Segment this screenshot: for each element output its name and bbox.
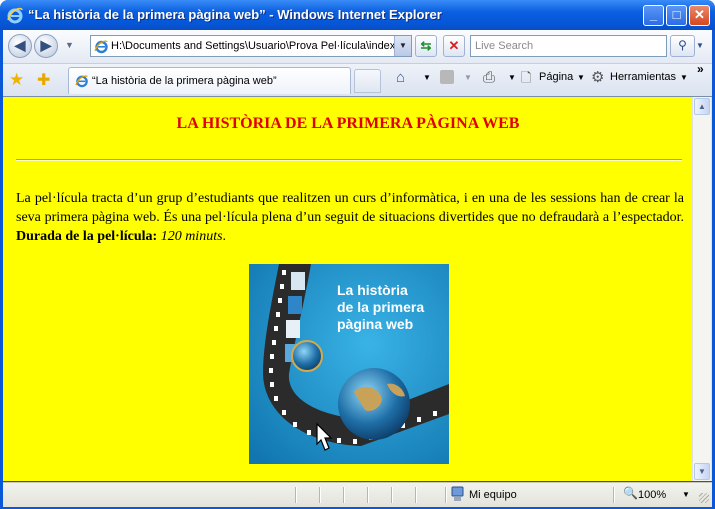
page-ie-icon (94, 40, 108, 54)
arrow-left-icon: ◀ (14, 37, 26, 53)
address-text: H:\Documents and Settings\Usuario\Prova … (111, 40, 396, 52)
status-separator (613, 487, 615, 503)
forward-button[interactable]: ▶ (34, 34, 58, 58)
arrow-right-icon: ▶ (40, 37, 52, 53)
scroll-down-button[interactable]: ▼ (694, 463, 710, 480)
tab-ie-icon (75, 75, 88, 88)
tab-label: “La història de la primera pàgina web” (92, 75, 277, 87)
status-separator (367, 487, 369, 503)
zoom-level[interactable]: 100% (638, 489, 666, 501)
close-button[interactable]: ✕ (689, 5, 710, 26)
status-separator (319, 487, 321, 503)
page-menu-icon[interactable]: 🗋 (521, 69, 531, 91)
page-content: LA HISTÒRIA DE LA PRIMERA PÀGINA WEB La … (5, 97, 691, 481)
status-separator (445, 487, 447, 503)
search-input[interactable]: Live Search (470, 35, 667, 57)
refresh-button[interactable]: ⇆ (415, 35, 437, 57)
page-menu-button[interactable]: Página (539, 71, 573, 83)
search-icon: ⚲ (678, 38, 687, 52)
my-computer-icon (451, 486, 464, 501)
window-title: “La història de la primera pàgina web” -… (28, 7, 442, 22)
tab-active[interactable]: “La història de la primera pàgina web” (68, 67, 351, 94)
page-menu-dropdown[interactable]: ▼ (577, 73, 585, 82)
movie-poster: La història de la primera pàgina web (249, 264, 449, 464)
duration-end: . (222, 229, 227, 244)
poster-title-line1: La història (337, 282, 408, 298)
duration-label: Durada de la pel·lícula: (16, 229, 158, 244)
recent-pages-dropdown[interactable]: ▼ (65, 40, 74, 50)
duration-value: 120 minuts (160, 229, 223, 244)
poster-title-line3: pàgina web (337, 316, 413, 332)
tools-menu-dropdown[interactable]: ▼ (680, 73, 688, 82)
print-icon[interactable]: ⎙ (483, 69, 495, 86)
tools-menu-button[interactable]: Herramientas (610, 71, 676, 83)
favorites-center-icon[interactable]: ★ (9, 70, 24, 90)
ie-window: “La història de la primera pàgina web” -… (0, 0, 715, 509)
feeds-dropdown[interactable]: ▼ (464, 73, 472, 82)
page-heading: LA HISTÒRIA DE LA PRIMERA PÀGINA WEB (176, 115, 520, 132)
description-text: La pel·lícula tracta d’un grup d’estudia… (16, 191, 684, 225)
zoom-dropdown[interactable]: ▼ (682, 490, 690, 499)
tab-toolbar: ★ ✚ “La història de la primera pàgina we… (3, 62, 712, 96)
search-options-dropdown[interactable]: ▼ (696, 41, 704, 50)
chevron-down-icon: ▼ (399, 41, 407, 50)
stop-button[interactable]: ✕ (443, 35, 465, 57)
content-frame: LA HISTÒRIA DE LA PRIMERA PÀGINA WEB La … (3, 96, 712, 481)
chevron-more-icon[interactable]: » (697, 62, 704, 76)
add-favorites-icon[interactable]: ✚ (37, 70, 50, 90)
chevron-up-icon: ▲ (698, 102, 706, 111)
status-separator (295, 487, 297, 503)
status-separator (391, 487, 393, 503)
small-globe-icon (291, 340, 323, 372)
movie-description: La pel·lícula tracta d’un grup d’estudia… (16, 189, 684, 246)
browser-chrome: ◀ ▶ ▼ H:\Documents and Settings\Usuario\… (3, 30, 712, 96)
new-tab-button[interactable] (354, 69, 381, 93)
minimize-button[interactable]: _ (643, 5, 664, 26)
home-dropdown[interactable]: ▼ (423, 73, 431, 82)
address-toolbar: ◀ ▶ ▼ H:\Documents and Settings\Usuario\… (3, 30, 712, 64)
scroll-up-button[interactable]: ▲ (694, 98, 710, 115)
status-separator (415, 487, 417, 503)
resize-grip[interactable] (699, 493, 709, 503)
print-dropdown[interactable]: ▼ (508, 73, 516, 82)
maximize-button[interactable]: □ (666, 5, 687, 26)
search-button[interactable]: ⚲ (670, 35, 695, 57)
horizontal-rule (16, 159, 682, 161)
title-bar[interactable]: “La història de la primera pàgina web” -… (0, 0, 715, 30)
chevron-down-icon: ▼ (698, 467, 706, 476)
home-icon[interactable]: ⌂ (396, 69, 405, 86)
vertical-scrollbar[interactable]: ▲ ▼ (692, 97, 711, 481)
status-separator (343, 487, 345, 503)
address-bar[interactable]: H:\Documents and Settings\Usuario\Prova … (90, 35, 412, 57)
poster-title-line2: de la primera (337, 299, 424, 315)
internet-explorer-icon (7, 7, 23, 24)
feeds-icon[interactable] (440, 70, 454, 84)
status-bar: Mi equipo 🔍 100% ▼ (3, 482, 712, 507)
security-zone-label: Mi equipo (469, 489, 517, 501)
zoom-icon[interactable]: 🔍 (623, 486, 638, 500)
gear-icon[interactable]: ⚙ (591, 68, 604, 86)
address-dropdown[interactable]: ▼ (394, 36, 411, 56)
back-button[interactable]: ◀ (8, 34, 32, 58)
